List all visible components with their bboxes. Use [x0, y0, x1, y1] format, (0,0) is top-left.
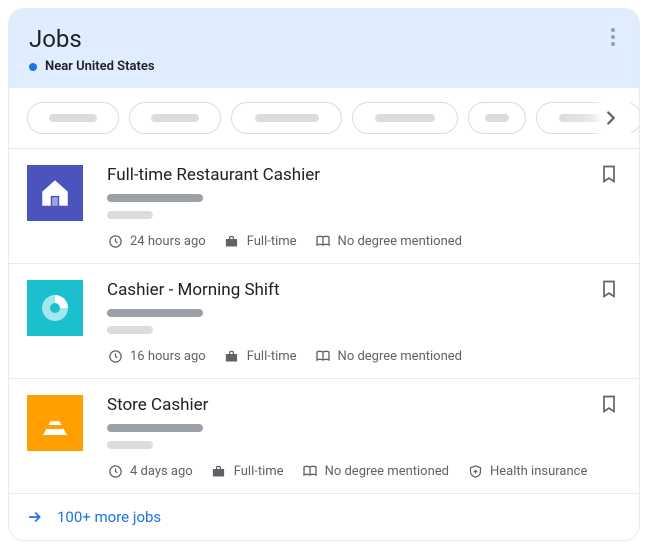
job-title: Cashier - Morning Shift — [107, 280, 623, 300]
more-jobs-text: 100+ more jobs — [57, 508, 161, 526]
location-placeholder — [107, 326, 153, 334]
briefcase-icon — [211, 463, 227, 479]
job-meta-row: 16 hours ago Full-time No degree mention… — [107, 348, 623, 364]
scroll-right-button[interactable] — [591, 88, 631, 148]
meta-degree: No degree mentioned — [315, 348, 462, 364]
meta-posted-text: 4 days ago — [130, 464, 193, 479]
meta-type-text: Full-time — [234, 464, 284, 479]
meta-benefit: Health insurance — [467, 463, 587, 479]
meta-degree: No degree mentioned — [302, 463, 449, 479]
filter-chips-row — [9, 88, 639, 149]
job-meta-row: 4 days ago Full-time No degree mentioned — [107, 463, 623, 479]
meta-posted-text: 24 hours ago — [130, 234, 206, 249]
company-placeholder — [107, 309, 203, 317]
card-title: Jobs — [29, 25, 619, 53]
job-meta-row: 24 hours ago Full-time No degree mention… — [107, 233, 623, 249]
pyramid-icon — [37, 405, 73, 441]
meta-degree: No degree mentioned — [315, 233, 462, 249]
job-title: Full-time Restaurant Cashier — [107, 165, 623, 185]
chevron-right-icon — [600, 107, 622, 129]
more-jobs-link[interactable]: 100+ more jobs — [9, 494, 639, 540]
location-placeholder — [107, 441, 153, 449]
book-icon — [315, 233, 331, 249]
meta-posted: 4 days ago — [107, 463, 193, 479]
bookmark-icon — [599, 393, 619, 415]
bookmark-button[interactable] — [599, 393, 623, 417]
meta-type: Full-time — [224, 233, 297, 249]
more-options-icon[interactable] — [601, 25, 625, 49]
filter-chip[interactable] — [352, 102, 458, 134]
meta-posted-text: 16 hours ago — [130, 349, 206, 364]
clock-icon — [107, 348, 123, 364]
bookmark-button[interactable] — [599, 278, 623, 302]
company-logo — [27, 395, 83, 451]
filter-chip[interactable] — [27, 102, 119, 134]
filter-chip[interactable] — [468, 102, 526, 134]
clock-icon — [107, 233, 123, 249]
donut-icon — [37, 290, 73, 326]
job-item[interactable]: Full-time Restaurant Cashier 24 hours ag… — [9, 149, 639, 264]
meta-type-text: Full-time — [247, 349, 297, 364]
meta-degree-text: No degree mentioned — [338, 349, 462, 364]
job-content: Cashier - Morning Shift 16 hours ago Ful… — [107, 280, 623, 364]
company-logo — [27, 165, 83, 221]
meta-benefit-text: Health insurance — [490, 464, 587, 479]
job-title: Store Cashier — [107, 395, 623, 415]
briefcase-icon — [224, 233, 240, 249]
briefcase-icon — [224, 348, 240, 364]
clock-icon — [107, 463, 123, 479]
company-placeholder — [107, 424, 203, 432]
filter-chip[interactable] — [129, 102, 221, 134]
book-icon — [302, 463, 318, 479]
location-dot-icon — [29, 63, 37, 71]
meta-type: Full-time — [224, 348, 297, 364]
job-content: Full-time Restaurant Cashier 24 hours ag… — [107, 165, 623, 249]
bookmark-button[interactable] — [599, 163, 623, 187]
filter-chip[interactable] — [231, 102, 342, 134]
meta-degree-text: No degree mentioned — [325, 464, 449, 479]
job-item[interactable]: Cashier - Morning Shift 16 hours ago Ful… — [9, 264, 639, 379]
meta-posted: 16 hours ago — [107, 348, 206, 364]
location-text: Near United States — [45, 59, 155, 74]
job-content: Store Cashier 4 days ago Full-time — [107, 395, 623, 479]
bookmark-icon — [599, 278, 619, 300]
jobs-card: Jobs Near United States Full-time Restau… — [8, 8, 640, 541]
book-icon — [315, 348, 331, 364]
company-placeholder — [107, 194, 203, 202]
house-icon — [38, 176, 72, 210]
bookmark-icon — [599, 163, 619, 185]
meta-degree-text: No degree mentioned — [338, 234, 462, 249]
card-header: Jobs Near United States — [9, 9, 639, 88]
location-placeholder — [107, 211, 153, 219]
shield-icon — [467, 463, 483, 479]
meta-posted: 24 hours ago — [107, 233, 206, 249]
meta-type: Full-time — [211, 463, 284, 479]
meta-type-text: Full-time — [247, 234, 297, 249]
company-logo — [27, 280, 83, 336]
job-item[interactable]: Store Cashier 4 days ago Full-time — [9, 379, 639, 494]
arrow-right-icon — [27, 509, 43, 525]
location-row[interactable]: Near United States — [29, 59, 619, 74]
